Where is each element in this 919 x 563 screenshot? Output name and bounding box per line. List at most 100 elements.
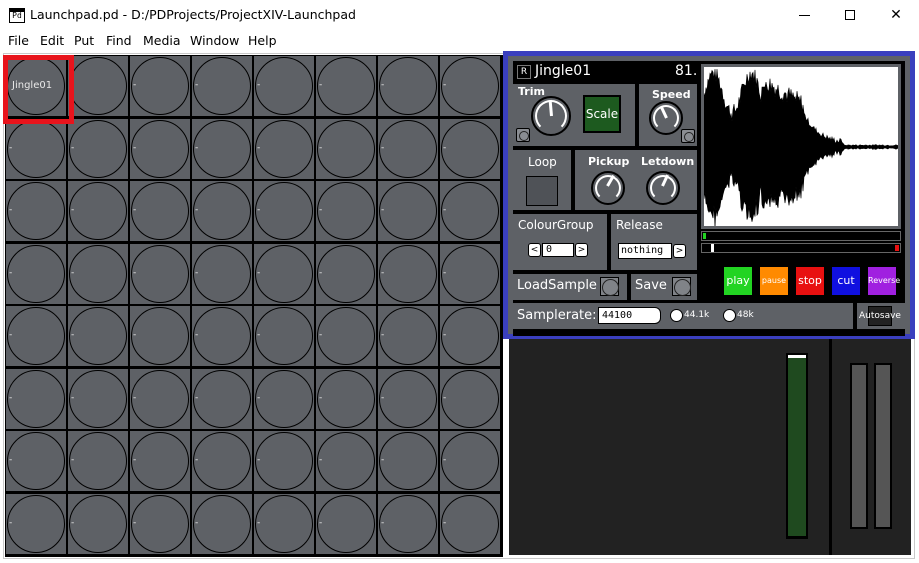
launchpad-pad[interactable]: - xyxy=(192,118,252,179)
waveform-display[interactable] xyxy=(704,67,898,226)
release-next-button[interactable]: > xyxy=(673,244,686,258)
volume-slider-track[interactable] xyxy=(786,353,808,539)
colourgroup-value[interactable]: 0 xyxy=(542,243,574,257)
launchpad-pad[interactable]: - xyxy=(316,181,376,241)
release-value[interactable]: nothing xyxy=(618,243,672,259)
launchpad-pad[interactable]: - xyxy=(6,431,66,491)
save-bang[interactable] xyxy=(672,277,691,296)
launchpad-pad[interactable]: - xyxy=(440,181,500,241)
launchpad-pad[interactable]: - xyxy=(6,118,66,179)
launchpad-pad[interactable]: - xyxy=(254,368,314,429)
launchpad-pad[interactable]: - xyxy=(316,306,376,366)
launchpad-pad[interactable]: - xyxy=(6,306,66,366)
launchpad-pad[interactable]: - xyxy=(254,118,314,179)
launchpad-pad[interactable]: - xyxy=(440,243,500,304)
playback-progress-bar[interactable] xyxy=(701,231,901,241)
menu-help[interactable]: Help xyxy=(248,33,277,48)
launchpad-pad[interactable]: - xyxy=(6,181,66,241)
colourgroup-next-button[interactable]: > xyxy=(575,243,588,257)
maximize-button[interactable] xyxy=(827,0,873,31)
launchpad-pad[interactable]: - xyxy=(6,368,66,429)
launchpad-pad[interactable]: - xyxy=(378,493,438,554)
launchpad-pad[interactable]: - xyxy=(378,56,438,116)
cut-button[interactable]: cut xyxy=(831,266,861,296)
launchpad-pad[interactable]: - xyxy=(68,368,128,429)
launchpad-pad[interactable]: - xyxy=(316,431,376,491)
pause-button[interactable]: pause xyxy=(759,266,789,296)
play-button[interactable]: play xyxy=(723,266,753,296)
menu-file[interactable]: File xyxy=(8,33,29,48)
loop-toggle[interactable] xyxy=(526,176,558,206)
stop-button[interactable]: stop xyxy=(795,266,825,296)
launchpad-pad[interactable]: - xyxy=(192,56,252,116)
trim-reset-toggle[interactable] xyxy=(516,128,530,142)
launchpad-pad[interactable]: - xyxy=(440,306,500,366)
launchpad-pad[interactable]: - xyxy=(378,118,438,179)
pickup-knob[interactable] xyxy=(591,171,625,205)
launchpad-pad[interactable]: - xyxy=(316,493,376,554)
launchpad-pad[interactable]: - xyxy=(254,181,314,241)
launchpad-pad[interactable]: - xyxy=(440,118,500,179)
launchpad-pad[interactable]: - xyxy=(192,243,252,304)
launchpad-pad[interactable]: - xyxy=(440,368,500,429)
minimize-button[interactable] xyxy=(781,0,827,31)
launchpad-pad[interactable]: - xyxy=(68,431,128,491)
rate-44k-button[interactable] xyxy=(670,309,683,322)
speed-reset-toggle[interactable] xyxy=(681,129,695,143)
launchpad-pad[interactable]: - xyxy=(130,431,190,491)
launchpad-pad[interactable]: - xyxy=(68,306,128,366)
samplerate-value[interactable]: 44100 xyxy=(598,307,661,324)
menu-edit[interactable]: Edit xyxy=(40,33,64,48)
loadsample-bang[interactable] xyxy=(600,277,619,296)
launchpad-pad[interactable]: - xyxy=(6,243,66,304)
menu-find[interactable]: Find xyxy=(106,33,132,48)
menu-media[interactable]: Media xyxy=(143,33,181,48)
rate-48k-button[interactable] xyxy=(723,309,736,322)
launchpad-pad[interactable]: - xyxy=(68,56,128,116)
launchpad-pad[interactable]: - xyxy=(378,243,438,304)
reverse-button[interactable]: Reverse xyxy=(867,266,900,296)
close-button[interactable]: ✕ xyxy=(873,0,919,31)
launchpad-pad[interactable]: - xyxy=(130,306,190,366)
launchpad-pad[interactable]: - xyxy=(68,243,128,304)
letdown-knob[interactable] xyxy=(646,171,680,205)
launchpad-pad[interactable]: - xyxy=(378,306,438,366)
launchpad-pad[interactable]: - xyxy=(254,306,314,366)
launchpad-pad[interactable]: - xyxy=(316,368,376,429)
launchpad-pad[interactable]: - xyxy=(192,306,252,366)
launchpad-pad[interactable]: - xyxy=(440,431,500,491)
launchpad-pad[interactable]: - xyxy=(254,243,314,304)
speed-knob[interactable] xyxy=(649,101,683,135)
launchpad-pad[interactable]: - xyxy=(378,431,438,491)
launchpad-pad[interactable]: - xyxy=(68,181,128,241)
launchpad-pad[interactable]: - xyxy=(68,118,128,179)
launchpad-pad[interactable]: - xyxy=(130,368,190,429)
launchpad-pad[interactable]: - xyxy=(378,181,438,241)
launchpad-pad[interactable]: - xyxy=(130,118,190,179)
launchpad-pad[interactable]: - xyxy=(316,56,376,116)
launchpad-pad[interactable]: - xyxy=(378,368,438,429)
launchpad-pad[interactable]: - xyxy=(316,243,376,304)
menu-window[interactable]: Window xyxy=(190,33,239,48)
launchpad-pad[interactable]: - xyxy=(6,493,66,554)
r-button[interactable]: R xyxy=(517,65,531,79)
launchpad-pad[interactable]: - xyxy=(254,431,314,491)
colourgroup-prev-button[interactable]: < xyxy=(528,243,541,257)
launchpad-pad[interactable]: - xyxy=(192,368,252,429)
launchpad-pad[interactable]: - xyxy=(68,493,128,554)
scale-button[interactable]: Scale xyxy=(583,95,621,133)
launchpad-pad[interactable]: - xyxy=(130,181,190,241)
launchpad-pad[interactable]: - xyxy=(254,493,314,554)
launchpad-pad[interactable]: - xyxy=(130,243,190,304)
launchpad-pad[interactable]: - xyxy=(192,493,252,554)
launchpad-pad[interactable]: - xyxy=(316,118,376,179)
launchpad-pad[interactable]: - xyxy=(130,56,190,116)
position-bar[interactable] xyxy=(701,243,901,253)
launchpad-pad[interactable]: - xyxy=(192,181,252,241)
launchpad-pad[interactable]: - xyxy=(254,56,314,116)
launchpad-pad[interactable]: - xyxy=(440,493,500,554)
patch-canvas[interactable]: Jingle01 - - - - - - - - - - - - - - - - - - - - - - - - - - - - - - - -… xyxy=(0,51,919,563)
menu-put[interactable]: Put xyxy=(74,33,94,48)
launchpad-pad[interactable]: - xyxy=(192,431,252,491)
trim-knob[interactable] xyxy=(531,96,571,136)
